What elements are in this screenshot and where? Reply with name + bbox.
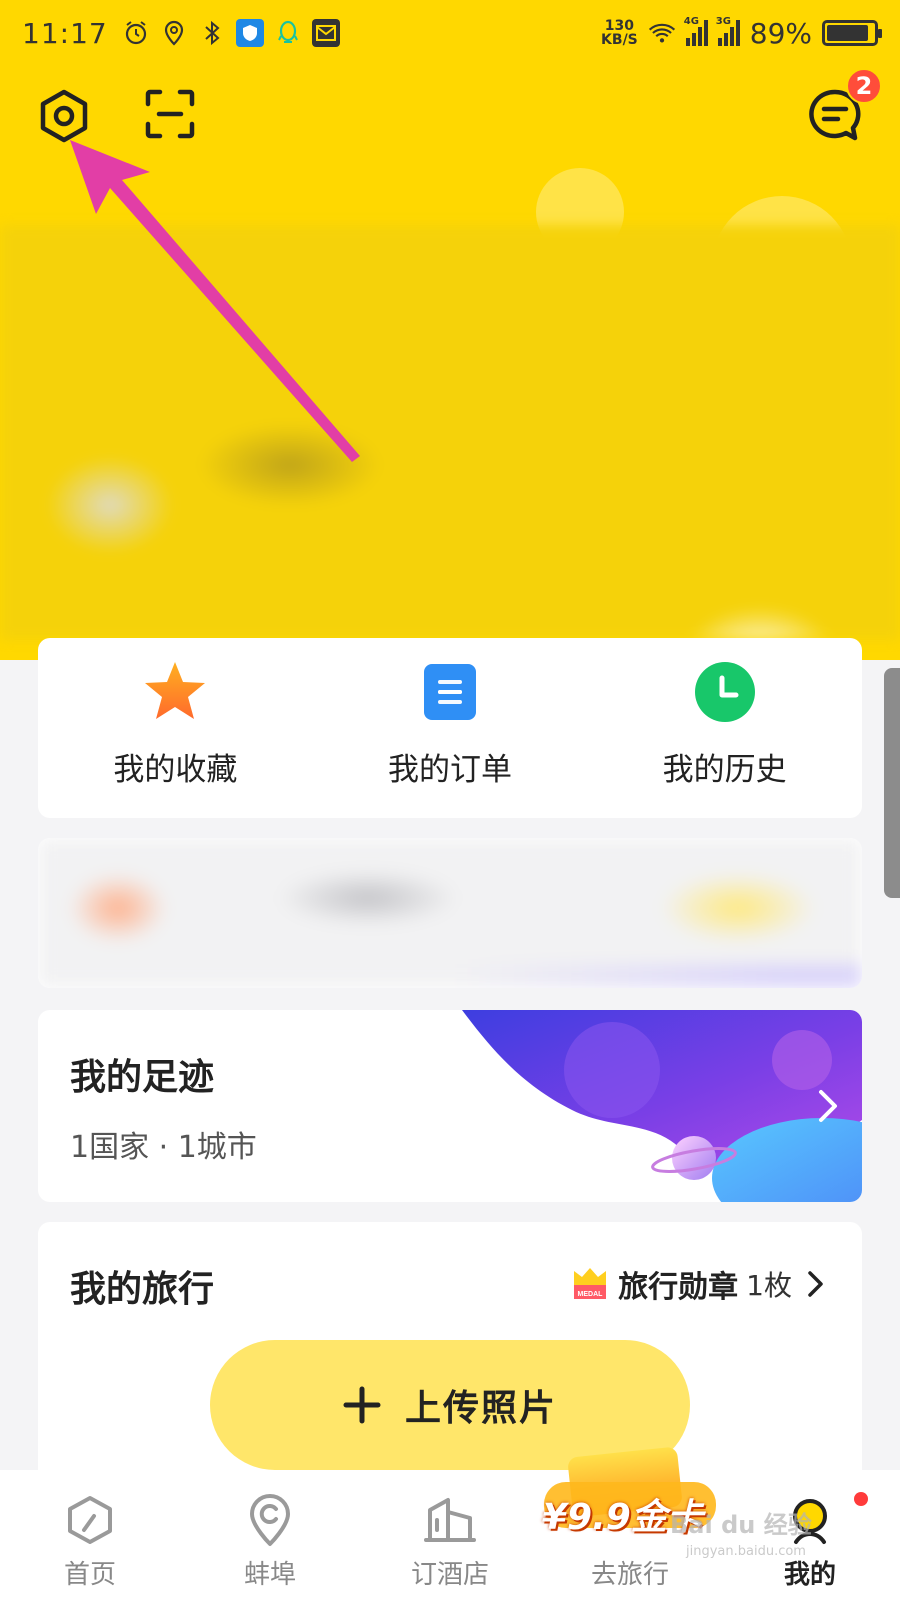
- shield-icon: [235, 19, 264, 47]
- battery-percent: 89%: [749, 16, 812, 50]
- settings-button[interactable]: [36, 88, 92, 144]
- notification-dot: [854, 1492, 868, 1506]
- footprint-stats: 1国家 · 1城市: [70, 1130, 257, 1165]
- floating-side-tab[interactable]: [884, 668, 900, 898]
- my-favorites-button[interactable]: 我的收藏: [75, 660, 275, 789]
- network-speed-value: 130: [604, 18, 635, 34]
- network-speed-unit: KB/S: [601, 32, 638, 48]
- nav-city-label: 蚌埠: [243, 1560, 296, 1590]
- travel-medal-label: 旅行勋章: [618, 1270, 739, 1305]
- my-orders-label: 我的订单: [387, 752, 512, 788]
- status-notification-icons: [122, 19, 340, 47]
- profile-area-blurred: [0, 225, 900, 640]
- status-time: 11:17: [22, 16, 108, 50]
- bluetooth-icon: [198, 19, 226, 47]
- message-count-badge: 2: [846, 68, 882, 104]
- watermark-url: jingyan.baidu.com: [686, 1544, 806, 1559]
- alarm-icon: [122, 19, 150, 47]
- quick-access-card: 我的收藏 我的订单 我的历史: [38, 638, 862, 818]
- my-footprint-title: 我的足迹: [70, 1057, 215, 1098]
- qq-icon: [274, 19, 302, 47]
- travel-medal-count: 1枚: [746, 1269, 792, 1302]
- banner-content-blurred: [38, 838, 862, 988]
- location-icon: [250, 1494, 290, 1546]
- nav-hotel[interactable]: 订酒店: [360, 1470, 540, 1600]
- watermark-logo: Bai du 经验: [670, 1511, 812, 1539]
- cellular-signal-icon: 4G: [684, 16, 708, 46]
- location-pin-icon: [160, 19, 188, 47]
- clock-icon: [693, 660, 757, 724]
- chevron-right-icon: [808, 1271, 823, 1297]
- nav-city[interactable]: 蚌埠: [180, 1470, 360, 1600]
- header-background: [0, 0, 900, 660]
- planet-illustration: [462, 1010, 862, 1202]
- nav-travel-label: 去旅行: [590, 1560, 669, 1590]
- nav-home[interactable]: 首页: [0, 1470, 180, 1600]
- my-history-label: 我的历史: [662, 752, 787, 788]
- plus-icon: [343, 1386, 381, 1424]
- my-favorites-label: 我的收藏: [113, 752, 238, 788]
- nav-home-label: 首页: [63, 1560, 116, 1590]
- battery-icon: [822, 20, 882, 46]
- wifi-icon: [648, 19, 676, 47]
- my-travel-card: 我的旅行 MEDAL 旅行勋章 1枚 上传照片: [38, 1222, 862, 1482]
- chevron-right-icon: [819, 1090, 837, 1122]
- medal-icon: MEDAL: [574, 1268, 607, 1299]
- settings-hexagon-icon: [40, 89, 88, 143]
- order-icon: [418, 660, 482, 724]
- upload-photo-label: 上传照片: [404, 1388, 557, 1429]
- network-speed: 130 KB/S: [601, 19, 638, 47]
- mail-icon: [311, 19, 340, 47]
- my-travel-title: 我的旅行: [70, 1269, 215, 1310]
- home-icon: [68, 1496, 112, 1544]
- my-footprint-card[interactable]: 我的足迹 1国家 · 1城市: [38, 1010, 862, 1202]
- battery-fill: [827, 25, 868, 41]
- hotel-icon: [424, 1498, 476, 1542]
- cellular-signal-icon: 3G: [716, 16, 740, 46]
- nav-hotel-label: 订酒店: [410, 1560, 489, 1590]
- signal-type-label: 3G: [715, 16, 731, 27]
- star-icon: [143, 660, 207, 724]
- travel-medal-link[interactable]: MEDAL 旅行勋章 1枚: [570, 1262, 826, 1306]
- scan-icon: [145, 89, 195, 139]
- scan-button[interactable]: [144, 88, 196, 140]
- my-orders-button[interactable]: 我的订单: [350, 660, 550, 789]
- nav-profile-label: 我的: [783, 1560, 836, 1590]
- medal-badge-text: MEDAL: [578, 1291, 604, 1298]
- promo-banner-blurred[interactable]: [38, 838, 862, 988]
- status-system-icons: 130 KB/S 4G 3G 89%: [601, 16, 882, 50]
- my-history-button[interactable]: 我的历史: [625, 660, 825, 789]
- status-bar: 11:17 130 KB/S 4G 3G 89%: [0, 0, 900, 66]
- signal-type-label: 4G: [683, 16, 699, 27]
